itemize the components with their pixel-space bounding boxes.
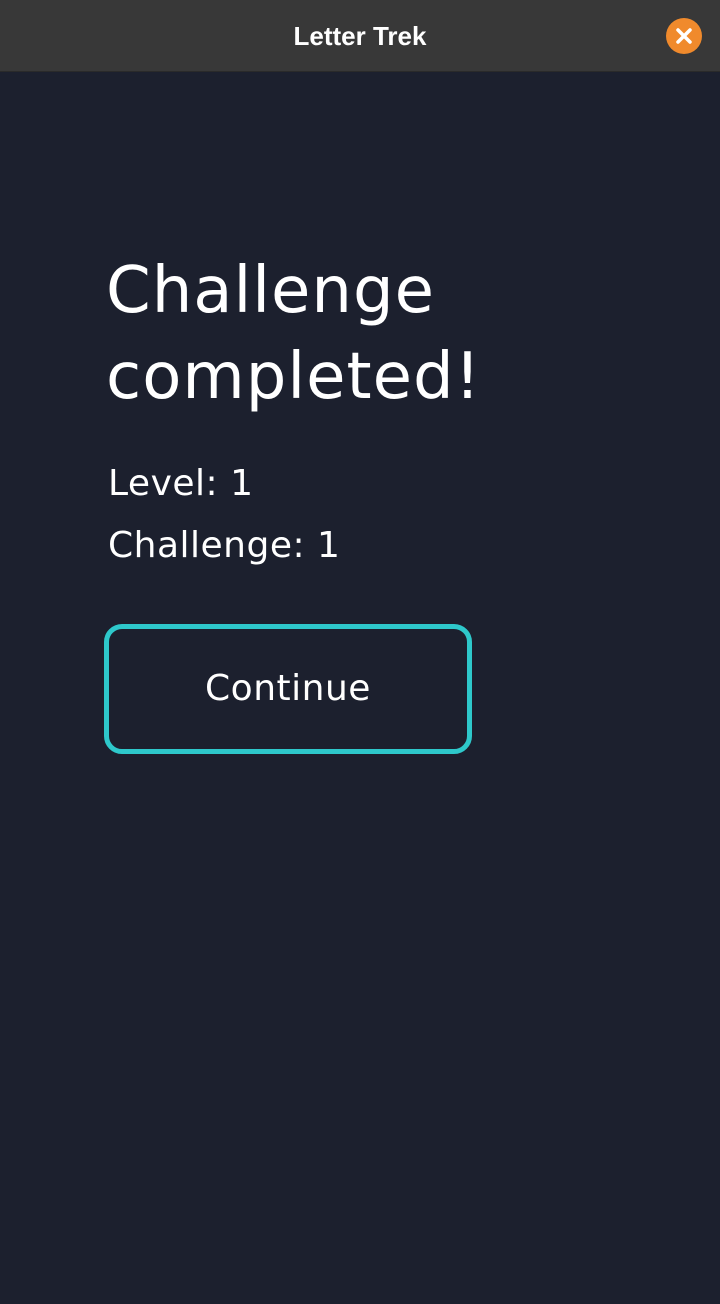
level-label: Level: 1 [108,463,254,504]
main-content: Challenge completed! Level: 1 Challenge:… [0,72,720,1304]
completion-heading: Challenge completed! [106,254,482,414]
close-button[interactable] [666,18,702,54]
continue-button[interactable]: Continue [104,624,472,754]
challenge-label: Challenge: 1 [108,525,341,566]
window-title: Letter Trek [293,21,427,51]
close-icon [676,28,692,44]
title-bar: Letter Trek [0,0,720,72]
